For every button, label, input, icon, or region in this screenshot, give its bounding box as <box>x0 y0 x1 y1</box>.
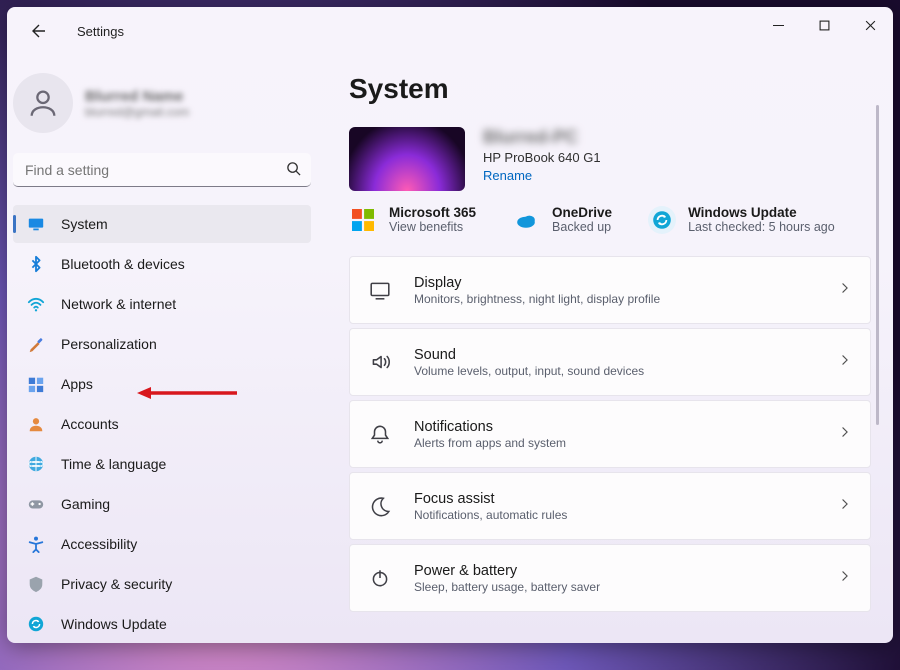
avatar-icon <box>13 73 73 133</box>
device-wallpaper[interactable] <box>349 127 465 191</box>
settings-card-power[interactable]: Power & battery Sleep, battery usage, ba… <box>349 544 871 612</box>
search-icon[interactable] <box>286 161 301 181</box>
profile-name: Blurred Name <box>85 88 189 105</box>
window-caption-buttons <box>755 7 893 43</box>
card-title: Display <box>414 275 660 291</box>
person-icon <box>27 415 45 433</box>
status-row: Microsoft 365 View benefits OneDrive Bac… <box>349 205 871 234</box>
sidebar-item-label: Accessibility <box>61 536 137 552</box>
sidebar-item-label: Time & language <box>61 456 166 472</box>
search-input[interactable] <box>13 153 311 187</box>
brush-icon <box>27 335 45 353</box>
update-icon <box>648 206 676 234</box>
settings-card-display[interactable]: Display Monitors, brightness, night ligh… <box>349 256 871 324</box>
device-name: Blurred-PC <box>483 127 601 148</box>
sidebar-item-update[interactable]: Windows Update <box>13 605 311 643</box>
apps-icon <box>27 375 45 393</box>
sidebar-item-gaming[interactable]: Gaming <box>13 485 311 523</box>
display-icon <box>368 278 392 302</box>
settings-card-list: Display Monitors, brightness, night ligh… <box>349 256 871 612</box>
sidebar-item-privacy[interactable]: Privacy & security <box>13 565 311 603</box>
sound-icon <box>368 350 392 374</box>
status-pill-title: Microsoft 365 <box>389 205 476 220</box>
chevron-right-icon <box>838 281 852 300</box>
card-title: Sound <box>414 347 644 363</box>
chevron-right-icon <box>838 425 852 444</box>
profile-email: blurred@gmail.com <box>85 105 189 119</box>
card-sub: Sleep, battery usage, battery saver <box>414 580 600 594</box>
gamepad-icon <box>27 495 45 513</box>
sidebar-item-bluetooth[interactable]: Bluetooth & devices <box>13 245 311 283</box>
settings-card-sound[interactable]: Sound Volume levels, output, input, soun… <box>349 328 871 396</box>
maximize-button[interactable] <box>801 7 847 43</box>
device-block: Blurred-PC HP ProBook 640 G1 Rename <box>349 127 871 191</box>
sidebar-item-label: Accounts <box>61 416 119 432</box>
settings-window: Settings Blurred Name blurred@gmail.com <box>7 7 893 643</box>
card-sub: Monitors, brightness, night light, displ… <box>414 292 660 306</box>
back-button[interactable] <box>19 12 57 50</box>
wifi-icon <box>27 295 45 313</box>
status-pill-title: OneDrive <box>552 205 612 220</box>
card-sub: Volume levels, output, input, sound devi… <box>414 364 644 378</box>
settings-card-notif[interactable]: Notifications Alerts from apps and syste… <box>349 400 871 468</box>
card-title: Focus assist <box>414 491 567 507</box>
card-sub: Alerts from apps and system <box>414 436 566 450</box>
device-model: HP ProBook 640 G1 <box>483 150 601 165</box>
card-sub: Notifications, automatic rules <box>414 508 567 522</box>
sidebar-item-label: Bluetooth & devices <box>61 256 185 272</box>
sidebar-item-label: Privacy & security <box>61 576 172 592</box>
close-button[interactable] <box>847 7 893 43</box>
moon-icon <box>368 494 392 518</box>
status-pill-m365[interactable]: Microsoft 365 View benefits <box>349 205 476 234</box>
chevron-right-icon <box>838 569 852 588</box>
status-pill-wu[interactable]: Windows Update Last checked: 5 hours ago <box>648 205 835 234</box>
minimize-button[interactable] <box>755 7 801 43</box>
card-title: Notifications <box>414 419 566 435</box>
settings-card-focus[interactable]: Focus assist Notifications, automatic ru… <box>349 472 871 540</box>
ms365-icon <box>349 206 377 234</box>
sidebar-item-personalization[interactable]: Personalization <box>13 325 311 363</box>
profile-block[interactable]: Blurred Name blurred@gmail.com <box>13 73 311 139</box>
status-pill-onedrive[interactable]: OneDrive Backed up <box>512 205 612 234</box>
rename-link[interactable]: Rename <box>483 168 532 183</box>
sidebar-item-accessibility[interactable]: Accessibility <box>13 525 311 563</box>
sidebar-item-time[interactable]: Time & language <box>13 445 311 483</box>
main-panel: System Blurred-PC HP ProBook 640 G1 Rena… <box>317 55 893 643</box>
sidebar-item-label: Apps <box>61 376 93 392</box>
status-pill-title: Windows Update <box>688 205 835 220</box>
sidebar-search <box>13 153 311 187</box>
bluetooth-icon <box>27 255 45 273</box>
sidebar-nav: System Bluetooth & devices Network & int… <box>13 205 311 643</box>
sidebar-item-label: System <box>61 216 108 232</box>
monitor-icon <box>27 215 45 233</box>
chevron-right-icon <box>838 353 852 372</box>
onedrive-icon <box>512 206 540 234</box>
sidebar-item-accounts[interactable]: Accounts <box>13 405 311 443</box>
sidebar-item-apps[interactable]: Apps <box>13 365 311 403</box>
page-heading: System <box>349 73 871 105</box>
globe-icon <box>27 455 45 473</box>
sidebar-item-label: Personalization <box>61 336 157 352</box>
access-icon <box>27 535 45 553</box>
scrollbar[interactable] <box>876 105 879 425</box>
status-pill-sub: View benefits <box>389 220 476 234</box>
power-icon <box>368 566 392 590</box>
sidebar-item-label: Gaming <box>61 496 110 512</box>
status-pill-sub: Backed up <box>552 220 612 234</box>
bell-icon <box>368 422 392 446</box>
sidebar-item-network[interactable]: Network & internet <box>13 285 311 323</box>
sidebar-item-label: Windows Update <box>61 616 167 632</box>
shield-icon <box>27 575 45 593</box>
sidebar-item-label: Network & internet <box>61 296 176 312</box>
update-icon <box>27 615 45 633</box>
sidebar: Blurred Name blurred@gmail.com System Bl… <box>7 55 317 643</box>
app-title: Settings <box>77 24 124 39</box>
chevron-right-icon <box>838 497 852 516</box>
status-pill-sub: Last checked: 5 hours ago <box>688 220 835 234</box>
sidebar-item-system[interactable]: System <box>13 205 311 243</box>
card-title: Power & battery <box>414 563 600 579</box>
